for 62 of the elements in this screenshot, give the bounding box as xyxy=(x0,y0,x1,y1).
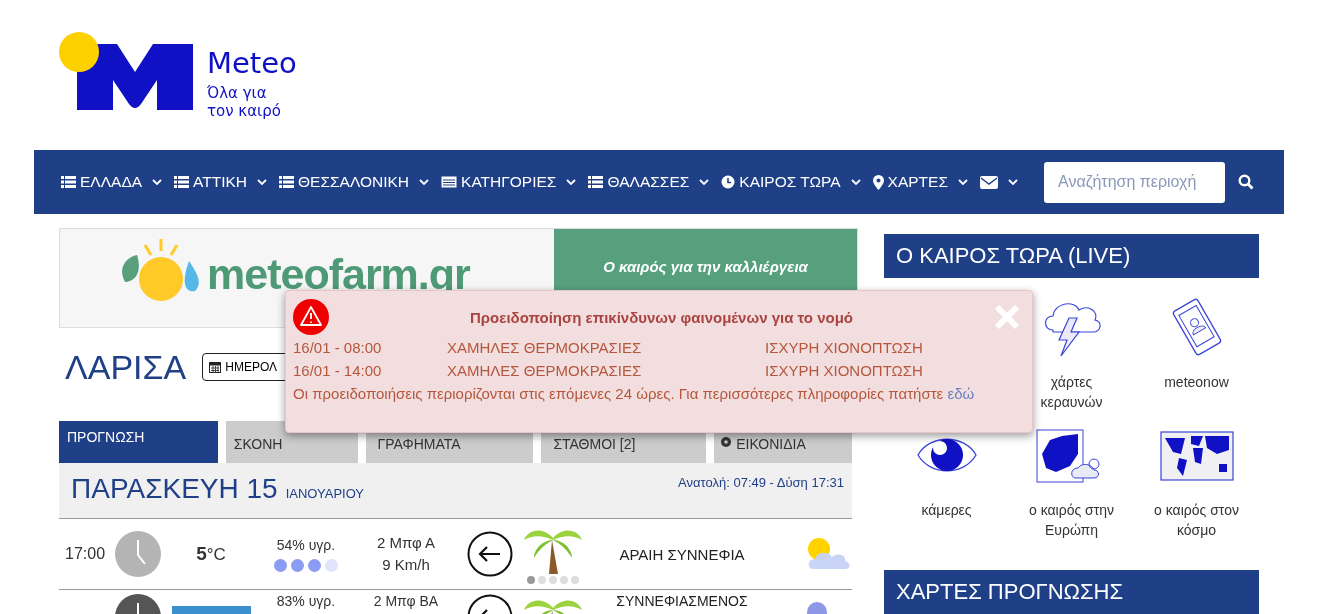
table-icon xyxy=(441,176,458,188)
sky-condition: ΣΥΝΝΕΦΙΑΣΜΕΝΟΣ xyxy=(615,594,749,609)
live-link[interactable]: χάρτες κεραυνών xyxy=(1009,296,1134,414)
banner-brand: meteofarm.gr xyxy=(207,253,470,296)
list-icon xyxy=(588,176,604,188)
sunrise-sunset: Ανατολή: 07:49 - Δύση 17:31 xyxy=(678,474,844,492)
alert-warning: ΧΑΜΗΛΕΣ ΘΕΡΜΟΚΡΑΣΙΕΣ xyxy=(447,338,643,358)
warning-icon xyxy=(293,299,329,335)
caret-icon xyxy=(1008,178,1018,186)
sun-cloud-icon xyxy=(807,537,851,571)
alert-note: Οι προειδοποιήσεις περιορίζονται στις επόμενες 24 ώρες. Για περισσότερες πληροφορίες πατήστε εδώ xyxy=(293,384,976,404)
close-icon xyxy=(994,304,1020,330)
month-label: ΙΑΝΟΥΑΡΙΟΥ xyxy=(285,486,365,501)
humidity-text: 54% υγρ. xyxy=(276,536,336,553)
clock-icon xyxy=(721,175,736,189)
nav-menu-item[interactable]: ΚΑΙΡΟΣ ΤΩΡΑ xyxy=(721,173,861,191)
alert-warning: ΧΑΜΗΛΕΣ ΘΕΡΜΟΚΡΑΣΙΕΣ xyxy=(447,361,643,381)
city-title: ΛΑΡΙΣΑ xyxy=(65,347,187,387)
caret-icon xyxy=(257,178,268,186)
search-icon[interactable] xyxy=(1238,174,1254,190)
gear-icon xyxy=(720,436,733,448)
mail-icon xyxy=(980,175,998,189)
search-field[interactable]: Αναζήτηση περιοχή xyxy=(1044,161,1225,203)
nav-menu-item[interactable]: ΘΕΣΣΑΛΟΝΙΚΗ xyxy=(279,173,430,191)
banner-slogan: Ο καιρός για την καλλιέργεια xyxy=(603,257,808,277)
nav-menu-item[interactable]: ΑΤΤΙΚΗ xyxy=(174,173,268,191)
nav-menu-item[interactable]: ΚΑΤΗΓΟΡΙΕΣ xyxy=(441,173,577,191)
alert-title: Προειδοποίηση επικίνδυνων φαινομένων για το νομό xyxy=(469,308,854,326)
day-title: ΠΑΡΑΣΚΕΥΗ 15 xyxy=(71,473,278,505)
alert-warning: ΙΣΧΥΡΗ ΧΙΟΝΟΠΤΩΣΗ xyxy=(765,361,923,381)
nav-menu-item[interactable]: ΘΑΛΑΣΣΕΣ xyxy=(588,173,710,191)
caret-icon xyxy=(958,178,968,186)
calendar-icon xyxy=(209,361,222,373)
live-link[interactable]: ο καιρός στον κόσμο xyxy=(1134,424,1259,542)
live-link[interactable]: ο καιρός στην Ευρώπη xyxy=(1009,424,1134,542)
list-icon xyxy=(279,176,295,188)
nav-menu-item[interactable]: ΕΛΛΑΔΑ xyxy=(61,173,163,191)
wind-text: 2 Μπφ Α xyxy=(376,533,436,553)
section-header: Ο ΚΑΙΡΟΣ ΤΩΡΑ (LIVE) xyxy=(884,234,1259,278)
logo-name[interactable]: Meteo xyxy=(207,46,297,80)
caret-icon xyxy=(152,178,163,186)
live-link[interactable]: κάμερες xyxy=(884,424,1009,542)
live-link[interactable]: meteonow xyxy=(1134,296,1259,414)
map-pin-icon xyxy=(872,174,884,190)
logo-tagline: Όλα για τον καιρό xyxy=(207,84,282,120)
section-header: ΧΑΡΤΕΣ ΠΡΟΓΝΩΣΗΣ xyxy=(884,570,1259,614)
alert-warning: ΙΣΧΥΡΗ ΧΙΟΝΟΠΤΩΣΗ xyxy=(765,338,923,358)
list-icon xyxy=(174,176,190,188)
list-icon xyxy=(61,176,76,188)
nav-menu-item[interactable] xyxy=(980,175,1018,189)
wind-speed: 9 Km/h xyxy=(382,555,430,575)
temperature: 5°C xyxy=(196,543,226,565)
caret-icon xyxy=(699,178,710,186)
caret-icon xyxy=(566,178,577,186)
forecast-tab[interactable]: ΠΡΟΓΝΩΣΗ xyxy=(59,421,218,463)
wind-text: 2 Μπφ ΒΑ xyxy=(373,594,439,609)
humidity-text: 83% υγρ. xyxy=(276,594,336,609)
sky-condition: ΑΡΑΙΗ ΣΥΝΝΕΦΙΑ xyxy=(618,545,746,563)
nav-menu-item[interactable]: ΧΑΡΤΕΣ xyxy=(872,173,968,191)
caret-icon xyxy=(419,178,430,186)
forecast-time: 17:00 xyxy=(65,545,106,562)
caret-icon xyxy=(850,178,861,186)
